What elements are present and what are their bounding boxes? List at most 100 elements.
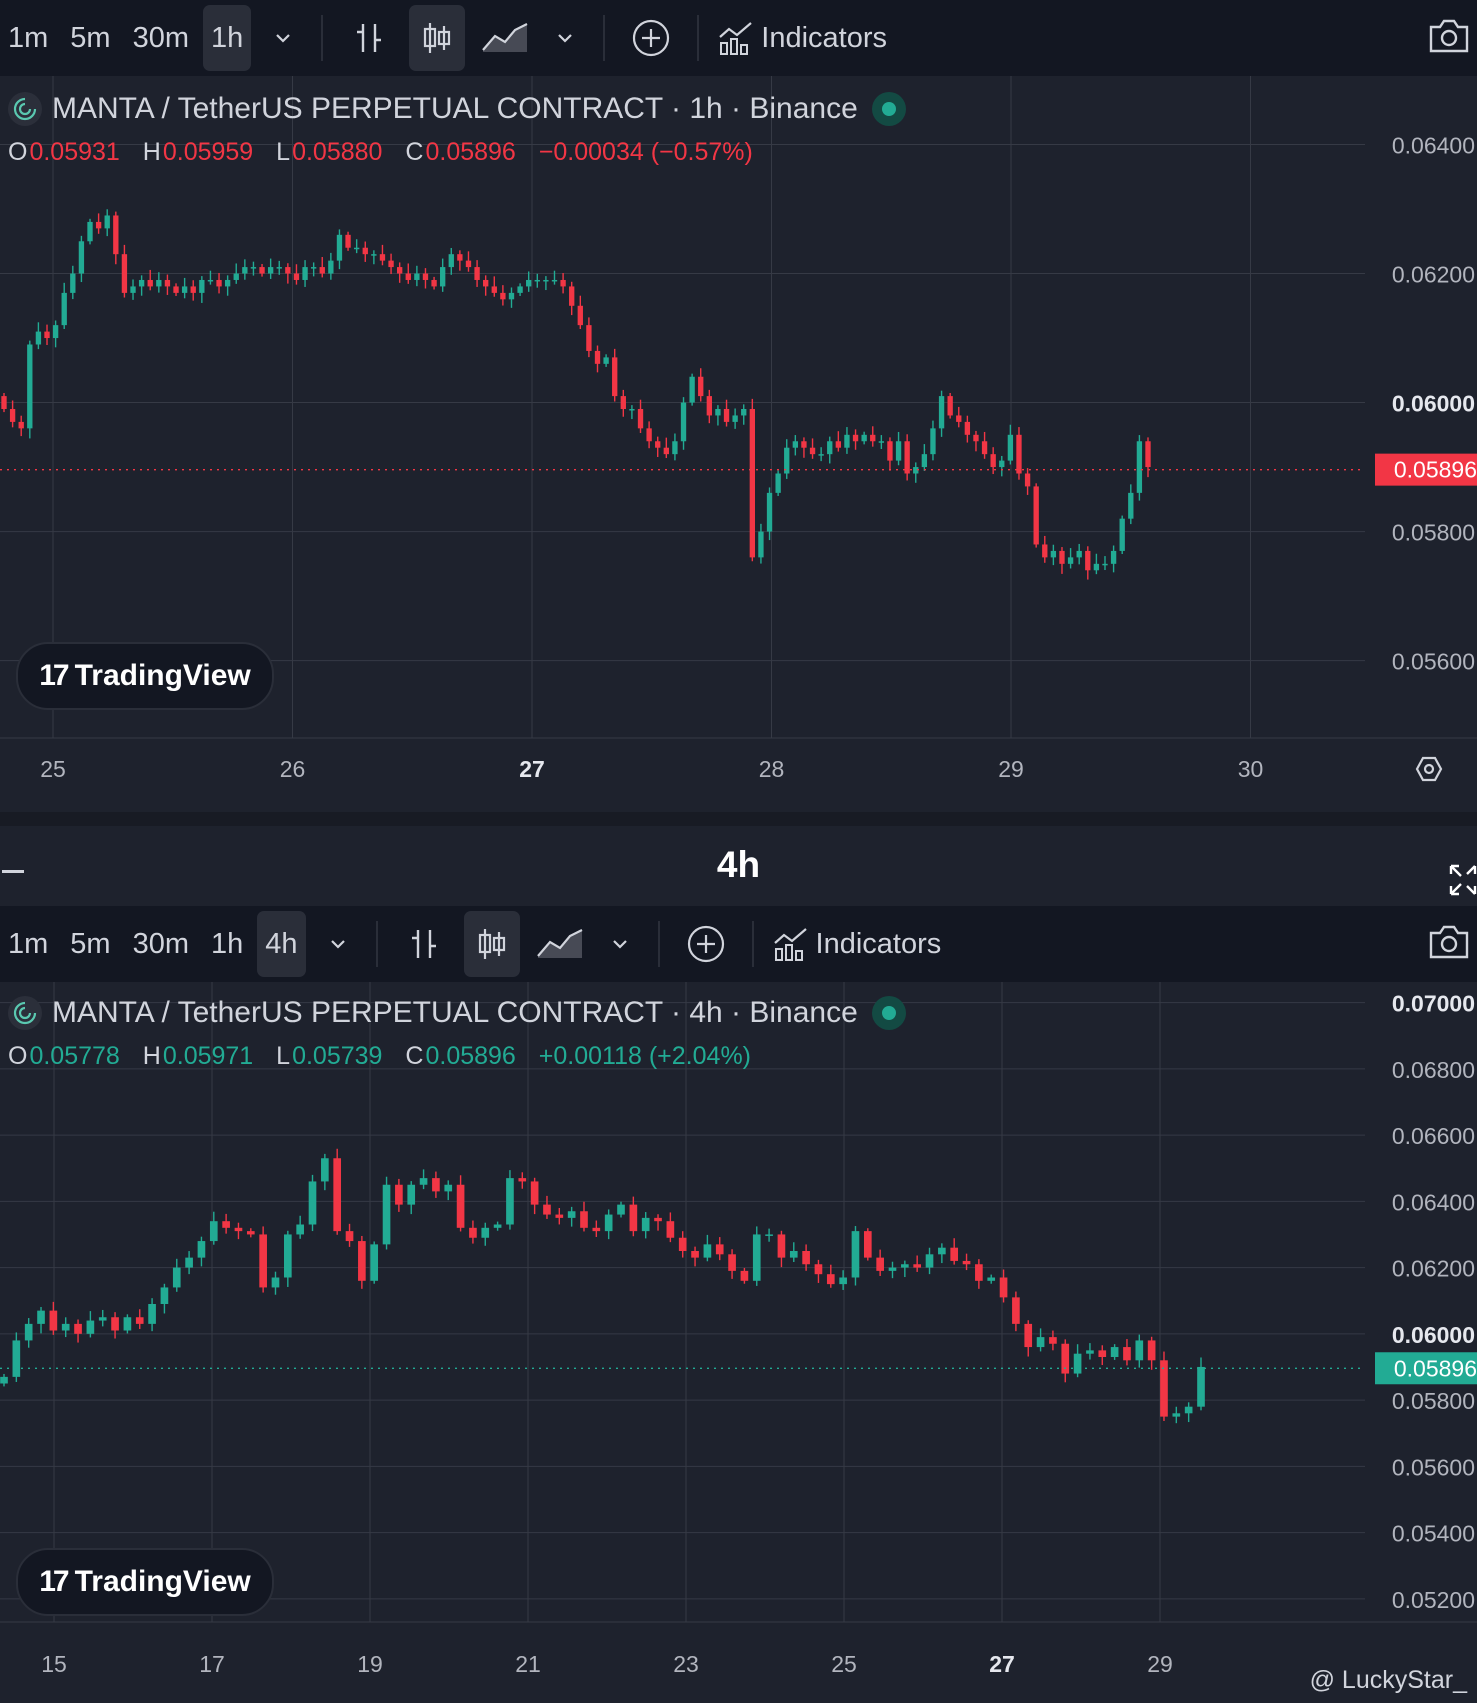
candle-body xyxy=(173,286,179,293)
timeframe-30m-button[interactable]: 30m xyxy=(125,911,197,977)
chart-type-dropdown-button[interactable] xyxy=(600,911,640,977)
candle-body xyxy=(444,1184,453,1192)
y-tick-label: 0.05800 xyxy=(1392,520,1475,546)
compare-add-button[interactable] xyxy=(623,5,679,71)
candle-body xyxy=(878,441,885,443)
plus-circle-icon xyxy=(687,925,724,963)
candle-body xyxy=(440,267,446,287)
bottom-ohlc-legend: O0.05778 H0.05971 L0.05739 C0.05896 +0.0… xyxy=(8,1042,767,1071)
area-chart-button[interactable] xyxy=(477,5,533,71)
top-symbol-title[interactable]: MANTA / TetherUS PERPETUAL CONTRACT · 1h… xyxy=(8,92,906,126)
candle-body xyxy=(500,292,506,300)
candle-body xyxy=(395,1184,403,1205)
candle-body xyxy=(728,1254,736,1271)
candle-body xyxy=(964,421,971,435)
candle-body xyxy=(543,1204,551,1215)
candle-body xyxy=(1119,518,1125,551)
timeframe-5m-button[interactable]: 5m xyxy=(62,911,118,977)
timeframe-1m-button[interactable]: 1m xyxy=(0,5,56,71)
candle-body xyxy=(86,1320,95,1334)
top-ohlc-legend: O0.05931 H0.05959 L0.05880 C0.05896 −0.0… xyxy=(8,138,769,167)
expand-button[interactable] xyxy=(1447,862,1477,903)
candle-body xyxy=(302,267,308,280)
y-tick-label: 0.06200 xyxy=(1392,1256,1475,1282)
snapshot-button[interactable] xyxy=(1427,14,1471,63)
candle-body xyxy=(1076,550,1082,558)
timeframe-1h-button[interactable]: 1h xyxy=(203,911,251,977)
candle-body xyxy=(777,1234,786,1258)
timeframe-4h-button[interactable]: 4h xyxy=(257,911,306,977)
candle-body xyxy=(975,1264,983,1281)
x-tick-label: 25 xyxy=(40,756,66,782)
candle-body xyxy=(1033,486,1039,545)
timeframe-1h-button[interactable]: 1h xyxy=(203,5,252,71)
timeframe-1m-button[interactable]: 1m xyxy=(0,911,56,977)
y-tick-label: 0.05400 xyxy=(1392,1521,1475,1547)
snapshot-button[interactable] xyxy=(1427,920,1471,969)
candle-body xyxy=(543,279,549,282)
candle-body xyxy=(345,1231,354,1242)
high-value: 0.05971 xyxy=(162,1042,254,1070)
timeframe-30m-button[interactable]: 30m xyxy=(125,5,197,71)
close-value: 0.05896 xyxy=(425,1042,516,1070)
candle-body xyxy=(283,1234,292,1278)
candles-chart-button[interactable] xyxy=(409,5,466,71)
timeframe-dropdown-button[interactable] xyxy=(263,5,303,71)
candle-body xyxy=(407,1184,416,1205)
candle-body xyxy=(156,279,162,287)
candle-body xyxy=(569,286,575,306)
toolbar-separator xyxy=(697,15,700,61)
indicators-button[interactable]: Indicators xyxy=(772,911,950,977)
symbol-title-text: MANTA / TetherUS PERPETUAL CONTRACT · 1h… xyxy=(52,92,858,125)
candle-body xyxy=(308,1181,317,1225)
candle-body xyxy=(135,1317,144,1324)
indicators-button[interactable]: Indicators xyxy=(717,5,895,71)
close-key: C xyxy=(405,1042,424,1070)
bottom-timeframe-group: 1m 5m 30m 1h 4h xyxy=(0,911,312,977)
compare-add-button[interactable] xyxy=(678,911,734,977)
candle-body xyxy=(414,273,420,280)
x-tick-label: 29 xyxy=(998,756,1024,782)
market-status-icon[interactable] xyxy=(871,996,906,1030)
candle-body xyxy=(267,267,274,274)
candle-body xyxy=(851,1231,860,1278)
candle-body xyxy=(358,1241,366,1281)
candle-body xyxy=(904,441,910,474)
candle-body xyxy=(612,357,618,397)
candle-body xyxy=(703,1244,712,1258)
tradingview-logo[interactable]: 17 TradingView xyxy=(16,1548,274,1616)
candle-body xyxy=(328,260,334,274)
x-tick-label: 29 xyxy=(1147,1651,1173,1677)
open-value: 0.05931 xyxy=(29,138,120,166)
candle-body xyxy=(1135,1340,1144,1361)
candle-body xyxy=(1123,1347,1131,1361)
tradingview-logo[interactable]: 17 TradingView xyxy=(16,642,274,710)
candle-body xyxy=(999,460,1005,468)
candle-body xyxy=(379,254,386,261)
candle-body xyxy=(74,1323,82,1334)
open-value: 0.05778 xyxy=(29,1042,120,1070)
manta-logo-icon xyxy=(8,996,42,1030)
candles-chart-button[interactable] xyxy=(463,911,520,977)
area-chart-button[interactable] xyxy=(532,911,588,977)
timeframe-dropdown-button[interactable] xyxy=(318,911,358,977)
bars-icon xyxy=(357,24,382,52)
bottom-symbol-title[interactable]: MANTA / TetherUS PERPETUAL CONTRACT · 4h… xyxy=(8,996,906,1030)
market-status-icon[interactable] xyxy=(871,92,906,126)
high-key: H xyxy=(142,1042,161,1070)
bars-chart-button[interactable] xyxy=(396,911,452,977)
candle-body xyxy=(870,434,876,442)
settings-gear-icon[interactable] xyxy=(1415,756,1443,782)
candle-body xyxy=(1059,550,1065,564)
candle-body xyxy=(224,279,231,287)
y-tick-label: 0.06000 xyxy=(1392,1322,1475,1348)
candle-body xyxy=(44,331,50,339)
low-value: 0.05739 xyxy=(292,1042,383,1070)
plus-circle-icon xyxy=(633,19,670,57)
change-value: −0.00034 (−0.57%) xyxy=(538,138,753,166)
bars-chart-button[interactable] xyxy=(341,5,397,71)
candle-body xyxy=(1172,1413,1181,1417)
chart-type-dropdown-button[interactable] xyxy=(545,5,585,71)
tradingview-mark-icon: 17 xyxy=(39,659,69,692)
timeframe-5m-button[interactable]: 5m xyxy=(62,5,118,71)
